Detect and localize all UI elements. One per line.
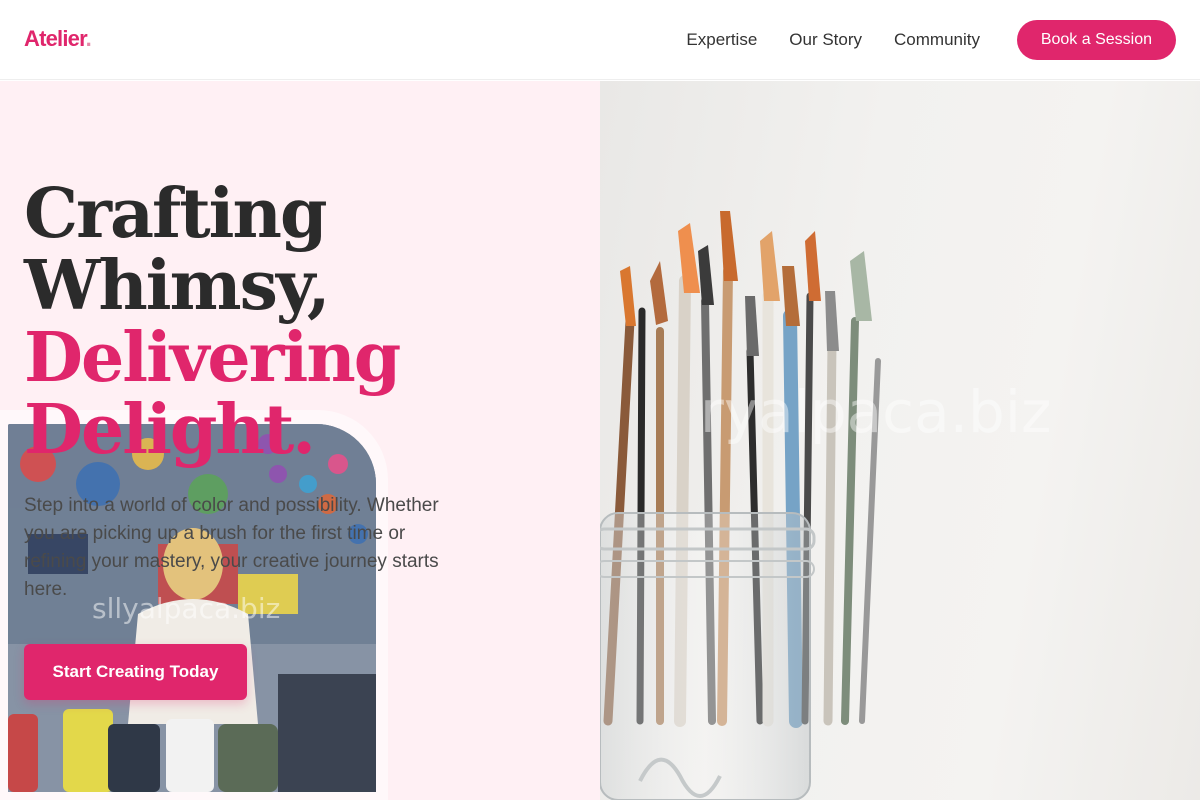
start-creating-button[interactable]: Start Creating Today <box>24 644 247 700</box>
paintbrush-jar-illustration <box>600 211 881 800</box>
logo-dot: . <box>85 26 92 51</box>
logo[interactable]: Atelier. <box>24 26 92 52</box>
hero-title-line-2: Whimsy, <box>24 246 331 326</box>
hero-title-line-4: Delight. <box>24 390 316 470</box>
nav-our-story[interactable]: Our Story <box>789 30 862 50</box>
hero-title: Crafting Whimsy, Delivering Delight. <box>24 174 401 470</box>
hero-description: Step into a world of color and possibili… <box>24 495 439 600</box>
logo-text: Atelier <box>24 26 86 51</box>
main-nav: Expertise Our Story Community <box>686 0 980 80</box>
hero-title-line-1: Crafting <box>24 174 328 254</box>
studio-painting-illustration <box>8 424 376 792</box>
nav-expertise[interactable]: Expertise <box>686 30 757 50</box>
site-header: Atelier. Expertise Our Story Community B… <box>0 0 1200 80</box>
hero-photo <box>600 81 1200 800</box>
hero-title-line-3: Delivering <box>24 318 401 398</box>
book-session-button[interactable]: Book a Session <box>1016 20 1176 60</box>
nav-community[interactable]: Community <box>894 30 980 50</box>
inset-photo <box>8 424 376 792</box>
